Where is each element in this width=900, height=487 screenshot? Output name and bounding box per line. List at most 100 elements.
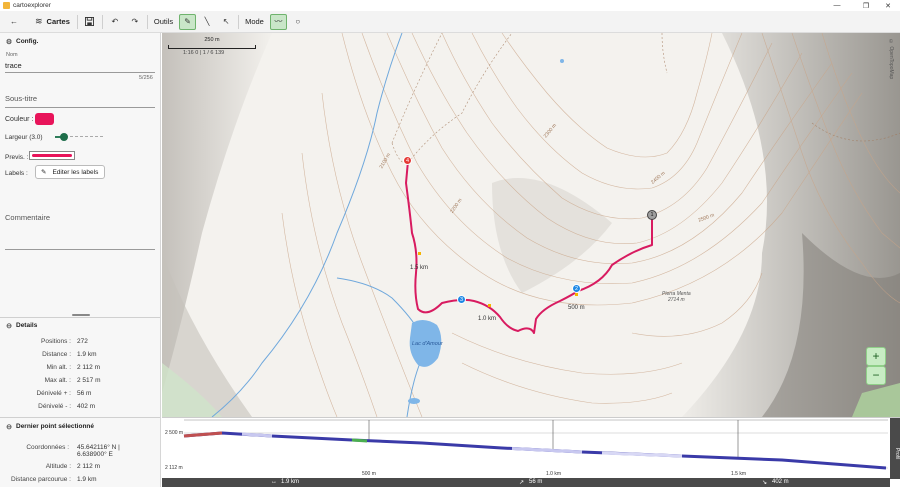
undo-button[interactable]: ↶: [107, 14, 123, 30]
detail-row: Dénivelé - :402 m: [38, 403, 96, 410]
save-button[interactable]: [82, 14, 98, 30]
labels-label: Labels :: [5, 170, 28, 177]
zoom-out-button[interactable]: −: [866, 366, 886, 385]
ascent-icon: ↗: [519, 480, 525, 486]
largeur-label: Largeur (3.0): [5, 134, 43, 141]
selected-point-header[interactable]: ⊖ Dernier point sélectionné: [0, 420, 160, 433]
detail-row: Distance :1.9 km: [42, 351, 97, 358]
waypoint-marker[interactable]: 4: [403, 156, 412, 165]
zoom-in-button[interactable]: +: [866, 347, 886, 366]
close-button[interactable]: ✕: [877, 0, 899, 11]
layers-icon: ≋: [35, 16, 43, 26]
back-arrow-icon: ←: [10, 17, 18, 26]
topo-map: [162, 33, 900, 417]
altitude-row: Altitude : 2 112 m: [45, 463, 101, 470]
trace-icon: 〰: [274, 17, 283, 26]
subtitle-input[interactable]: Sous-titre: [5, 94, 37, 103]
comment-input[interactable]: Commentaire: [5, 213, 50, 222]
save-icon: [85, 17, 95, 26]
redo-button[interactable]: ↷: [127, 14, 143, 30]
status-bar: ↔ 1.9 km ↗ 56 m ↘ 402 m: [162, 478, 890, 487]
trace-mode-button[interactable]: 〰: [269, 13, 287, 30]
subtitle-underline: [5, 107, 155, 108]
cartes-button[interactable]: ≋ Cartes: [32, 14, 73, 30]
config-title: Config.: [16, 38, 39, 45]
toolbar-divider: [76, 14, 78, 29]
coord-row-2: 6.638900° E: [77, 451, 113, 458]
line-tool-button[interactable]: ╲: [199, 14, 215, 30]
status-descent: 402 m: [772, 479, 789, 485]
elevation-profile[interactable]: 2 500 m 2 112 m 500 m 1.0 km 1.5 km Prof…: [162, 417, 900, 487]
mode-label: Mode: [245, 17, 264, 26]
pencil-icon: ✎: [41, 169, 47, 176]
toolbar-divider: [146, 14, 148, 29]
waypoint-marker[interactable]: 3: [457, 295, 466, 304]
details-header[interactable]: ⊖ Details: [0, 319, 160, 332]
resize-handle[interactable]: [72, 314, 90, 316]
toolbar: ← ≋ Cartes ↶ ↷ Outils ✎ ╲ ↖ Mode 〰 ○: [0, 11, 900, 33]
descent-icon: ↘: [762, 480, 768, 486]
status-distance: 1.9 km: [281, 479, 300, 485]
char-count: 5/256: [139, 75, 153, 81]
edit-labels-label: Editer les labels: [52, 168, 99, 176]
profile-chart: [183, 419, 888, 470]
x-label: 1.5 km: [731, 471, 747, 477]
profile-toggle[interactable]: Profil: [890, 418, 900, 479]
detail-row: Dénivelé + :56 m: [36, 390, 92, 397]
draw-tool-button[interactable]: ✎: [179, 13, 197, 30]
cartes-label: Cartes: [46, 17, 70, 26]
window-title: cartoexplorer: [13, 2, 51, 9]
divider: [0, 317, 160, 318]
circle-mode-button[interactable]: ○: [290, 14, 306, 30]
x-label: 500 m: [362, 471, 376, 477]
pointer-icon: ↖: [222, 17, 230, 26]
app-icon: [3, 2, 10, 9]
circle-icon: ○: [295, 17, 301, 26]
outils-label: Outils: [153, 17, 174, 26]
details-title: Details: [16, 322, 38, 329]
edit-labels-button[interactable]: ✎ Editer les labels: [35, 165, 105, 179]
previs-label: Previs. :: [5, 154, 29, 161]
waypoint-marker[interactable]: 1: [647, 210, 657, 220]
nom-input[interactable]: trace: [5, 61, 22, 70]
pointer-tool-button[interactable]: ↖: [218, 14, 234, 30]
back-button[interactable]: ←: [6, 14, 22, 30]
distance-icon: ↔: [271, 479, 277, 485]
redo-icon: ↷: [131, 17, 139, 26]
toolbar-divider: [238, 14, 240, 29]
gear-icon: ⚙: [5, 38, 13, 46]
maximize-button[interactable]: ❐: [855, 0, 877, 11]
title-bar: cartoexplorer — ❐ ✕: [0, 0, 900, 11]
x-label: 1.0 km: [546, 471, 562, 477]
preview-box: [29, 151, 75, 160]
lake-label: Lac d'Amour: [412, 341, 443, 347]
distance-label: 500 m: [568, 305, 585, 311]
comment-underline: [5, 249, 155, 250]
detail-row: Positions :272: [41, 338, 88, 345]
distance-label: 1.0 km: [478, 316, 497, 322]
selected-point-title: Dernier point sélectionné: [16, 423, 95, 430]
divider: [0, 417, 160, 418]
sidebar: ⚙ Config. Nom trace 5/256 Sous-titre Cou…: [0, 33, 161, 487]
minimize-button[interactable]: —: [826, 0, 848, 11]
status-ascent: 56 m: [529, 479, 543, 485]
detail-row: Min alt. :2 112 m: [46, 364, 101, 371]
waypoint-marker[interactable]: 2: [572, 284, 581, 293]
map-view[interactable]: 250 m 1:16 0 | 1 / 6 139 © OpenTopoMap 4…: [162, 33, 900, 417]
distance-row: Distance parcourue : 1.9 km: [11, 476, 97, 483]
chevron-down-icon: ⊖: [6, 322, 12, 330]
chevron-down-icon: ⊖: [6, 423, 12, 431]
color-swatch[interactable]: [35, 113, 54, 125]
couleur-label: Couleur :: [5, 116, 34, 123]
width-slider[interactable]: [55, 133, 103, 141]
pencil-icon: ✎: [184, 17, 191, 26]
slider-thumb[interactable]: [60, 133, 68, 141]
toolbar-divider: [101, 14, 103, 29]
scale-label: 250 m: [204, 37, 220, 43]
nom-label: Nom: [6, 52, 18, 58]
scale-ratio: 1:16 0 | 1 / 6 139: [183, 50, 225, 56]
detail-row: Max alt. :2 517 m: [44, 377, 101, 384]
line-icon: ╲: [204, 17, 210, 26]
config-header[interactable]: ⚙ Config.: [0, 35, 160, 48]
peak-altitude: 2714 m: [668, 297, 685, 303]
